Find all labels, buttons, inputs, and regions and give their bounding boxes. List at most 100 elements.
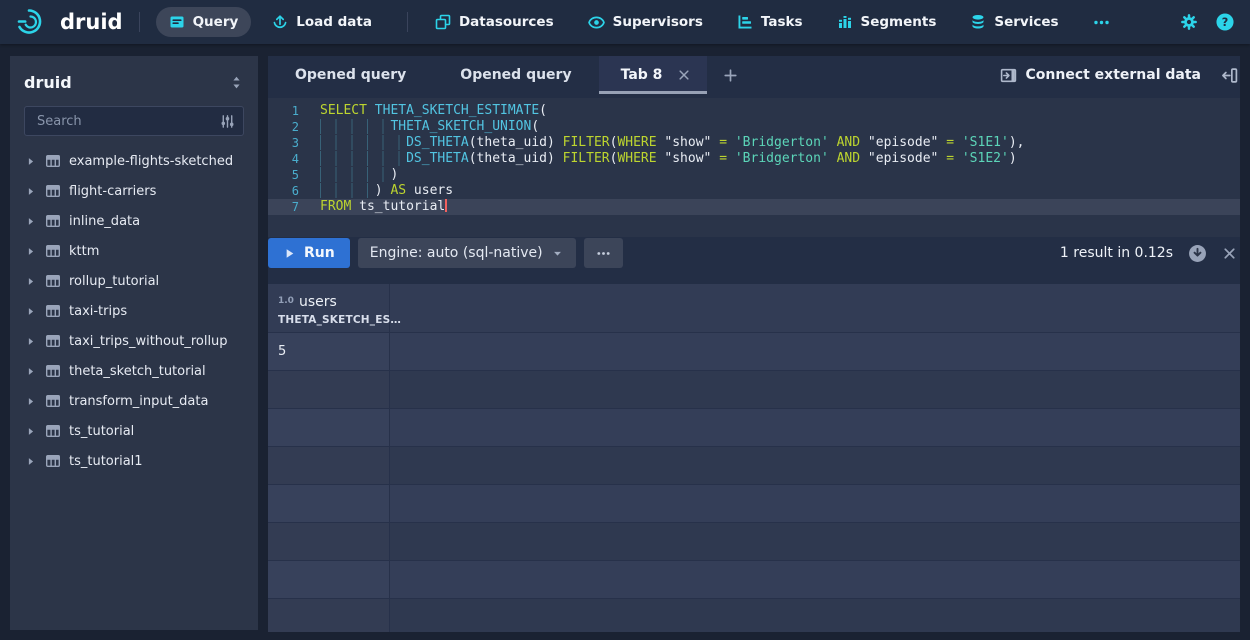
datasource-item-ts-tutorial[interactable]: ts_tutorial [24, 416, 244, 446]
datasource-label: theta_sketch_tutorial [69, 364, 206, 379]
table-icon [45, 213, 61, 229]
row-filler [390, 599, 1240, 632]
datasources-icon [435, 14, 451, 30]
engine-select-button[interactable]: Engine: auto (sql-native) [358, 238, 576, 268]
connect-external-data-button[interactable]: Connect external data [1000, 67, 1202, 84]
caret-right-icon[interactable] [24, 365, 37, 378]
result-status: 1 result in 0.12s [1060, 245, 1173, 261]
table-row [268, 485, 1240, 523]
nav-item-more[interactable] [1080, 7, 1123, 37]
close-results-icon[interactable] [1222, 246, 1237, 261]
code-text: SELECT THETA_SKETCH_ESTIMATE( [312, 103, 547, 119]
datasource-item-rollup-tutorial[interactable]: rollup_tutorial [24, 266, 244, 296]
caret-right-icon[interactable] [24, 335, 37, 348]
caret-right-icon[interactable] [24, 395, 37, 408]
datasource-label: inline_data [69, 214, 140, 229]
caret-right-icon[interactable] [24, 275, 37, 288]
nav-item-query[interactable]: Query [156, 7, 252, 37]
datasource-item-kttm[interactable]: kttm [24, 236, 244, 266]
sql-editor[interactable]: 1SELECT THETA_SKETCH_ESTIMATE(2 THETA_SK… [268, 98, 1240, 237]
caret-right-icon[interactable] [24, 305, 37, 318]
code-line-7: 7FROM ts_tutorial [268, 199, 1240, 215]
nav-item-services[interactable]: Services [957, 7, 1071, 37]
double-caret-vertical-icon[interactable] [229, 75, 244, 90]
cell-users [268, 447, 390, 484]
datasource-item-inline-data[interactable]: inline_data [24, 206, 244, 236]
caret-right-icon[interactable] [24, 455, 37, 468]
nav-divider [407, 12, 408, 32]
table-row [268, 447, 1240, 485]
code-line-4: 4 DS_THETA(theta_uid) FILTER(WHERE "show… [268, 151, 1240, 167]
tab-tab-8-2[interactable]: Tab 8 [599, 56, 708, 94]
row-filler [390, 409, 1240, 446]
datasource-item-taxi-trips[interactable]: taxi-trips [24, 296, 244, 326]
nav-item-segments[interactable]: Segments [824, 7, 950, 37]
navbar-right: ? [1180, 13, 1234, 31]
tab-label: Opened query [460, 67, 571, 83]
tab-opened-query-1[interactable]: Opened query [433, 56, 598, 94]
settings-gear-icon[interactable] [1180, 13, 1198, 31]
nav-item-label: Services [994, 14, 1058, 30]
caret-right-icon[interactable] [24, 245, 37, 258]
tab-opened-query-0[interactable]: Opened query [268, 56, 433, 94]
tasks-icon [737, 14, 753, 30]
datasource-item-theta-sketch-tutorial[interactable]: theta_sketch_tutorial [24, 356, 244, 386]
collapse-panel-icon[interactable] [1221, 67, 1238, 84]
column-expression: THETA_SKETCH_ES… [278, 314, 379, 326]
line-number: 1 [268, 103, 312, 119]
line-number: 7 [268, 199, 312, 215]
run-button[interactable]: Run [268, 238, 350, 268]
nav-item-label: Supervisors [613, 14, 703, 30]
datasource-label: taxi-trips [69, 304, 127, 319]
nav-item-label: Tasks [761, 14, 803, 30]
table-icon [45, 183, 61, 199]
caret-right-icon[interactable] [24, 215, 37, 228]
new-tab-plus-icon[interactable] [707, 56, 754, 94]
datasource-item-ts-tutorial1[interactable]: ts_tutorial1 [24, 446, 244, 476]
caret-right-icon[interactable] [24, 425, 37, 438]
play-icon [283, 247, 296, 260]
supervisors-icon [588, 14, 605, 31]
caret-right-icon[interactable] [24, 185, 37, 198]
cell-users[interactable]: 5 [268, 333, 390, 370]
cell-users [268, 371, 390, 408]
engine-select-label: Engine: auto (sql-native) [370, 245, 543, 261]
navbar-items: QueryLoad data Datasources Supervisors Task… [156, 7, 1131, 37]
query-more-button[interactable] [584, 238, 623, 268]
datasource-label: rollup_tutorial [69, 274, 159, 289]
query-workbench: Opened query Opened query Tab 8 Connect ex… [268, 56, 1240, 632]
tab-label: Opened query [295, 67, 406, 83]
datasource-item-taxi-trips-without-rollup[interactable]: taxi_trips_without_rollup [24, 326, 244, 356]
caret-right-icon[interactable] [24, 155, 37, 168]
code-text: THETA_SKETCH_UNION( [312, 119, 539, 135]
nav-item-load-data[interactable]: Load data [259, 7, 385, 37]
sidebar-header: druid [24, 69, 244, 95]
help-icon[interactable]: ? [1216, 13, 1234, 31]
line-number: 6 [268, 183, 312, 199]
nav-item-supervisors[interactable]: Supervisors [575, 7, 716, 37]
code-text: DS_THETA(theta_uid) FILTER(WHERE "show" … [312, 135, 1024, 151]
line-number: 4 [268, 151, 312, 167]
datasource-item-transform-input-data[interactable]: transform_input_data [24, 386, 244, 416]
druid-logo[interactable]: druid [16, 7, 123, 37]
table-row [268, 371, 1240, 409]
filter-sliders-icon[interactable] [220, 114, 235, 129]
run-button-label: Run [304, 245, 335, 261]
download-results-icon[interactable] [1188, 244, 1207, 263]
datasource-item-flight-carriers[interactable]: flight-carriers [24, 176, 244, 206]
table-row: 5 [268, 333, 1240, 371]
tab-close-icon[interactable] [677, 68, 691, 82]
druid-logo-icon [16, 7, 52, 37]
query-icon [169, 14, 185, 30]
header-filler [390, 284, 1240, 332]
nav-item-tasks[interactable]: Tasks [724, 7, 816, 37]
datasource-label: taxi_trips_without_rollup [69, 334, 228, 349]
line-number: 3 [268, 135, 312, 151]
nav-item-datasources[interactable]: Datasources [422, 7, 567, 37]
column-header-users[interactable]: 1.0users THETA_SKETCH_ES… [268, 284, 390, 332]
runbar-right: 1 result in 0.12s [1060, 244, 1240, 263]
nav-item-label: Segments [861, 14, 937, 30]
datasource-label: flight-carriers [69, 184, 156, 199]
datasource-item-example-flights-sketched[interactable]: example-flights-sketched [24, 146, 244, 176]
search-input[interactable] [35, 113, 220, 130]
